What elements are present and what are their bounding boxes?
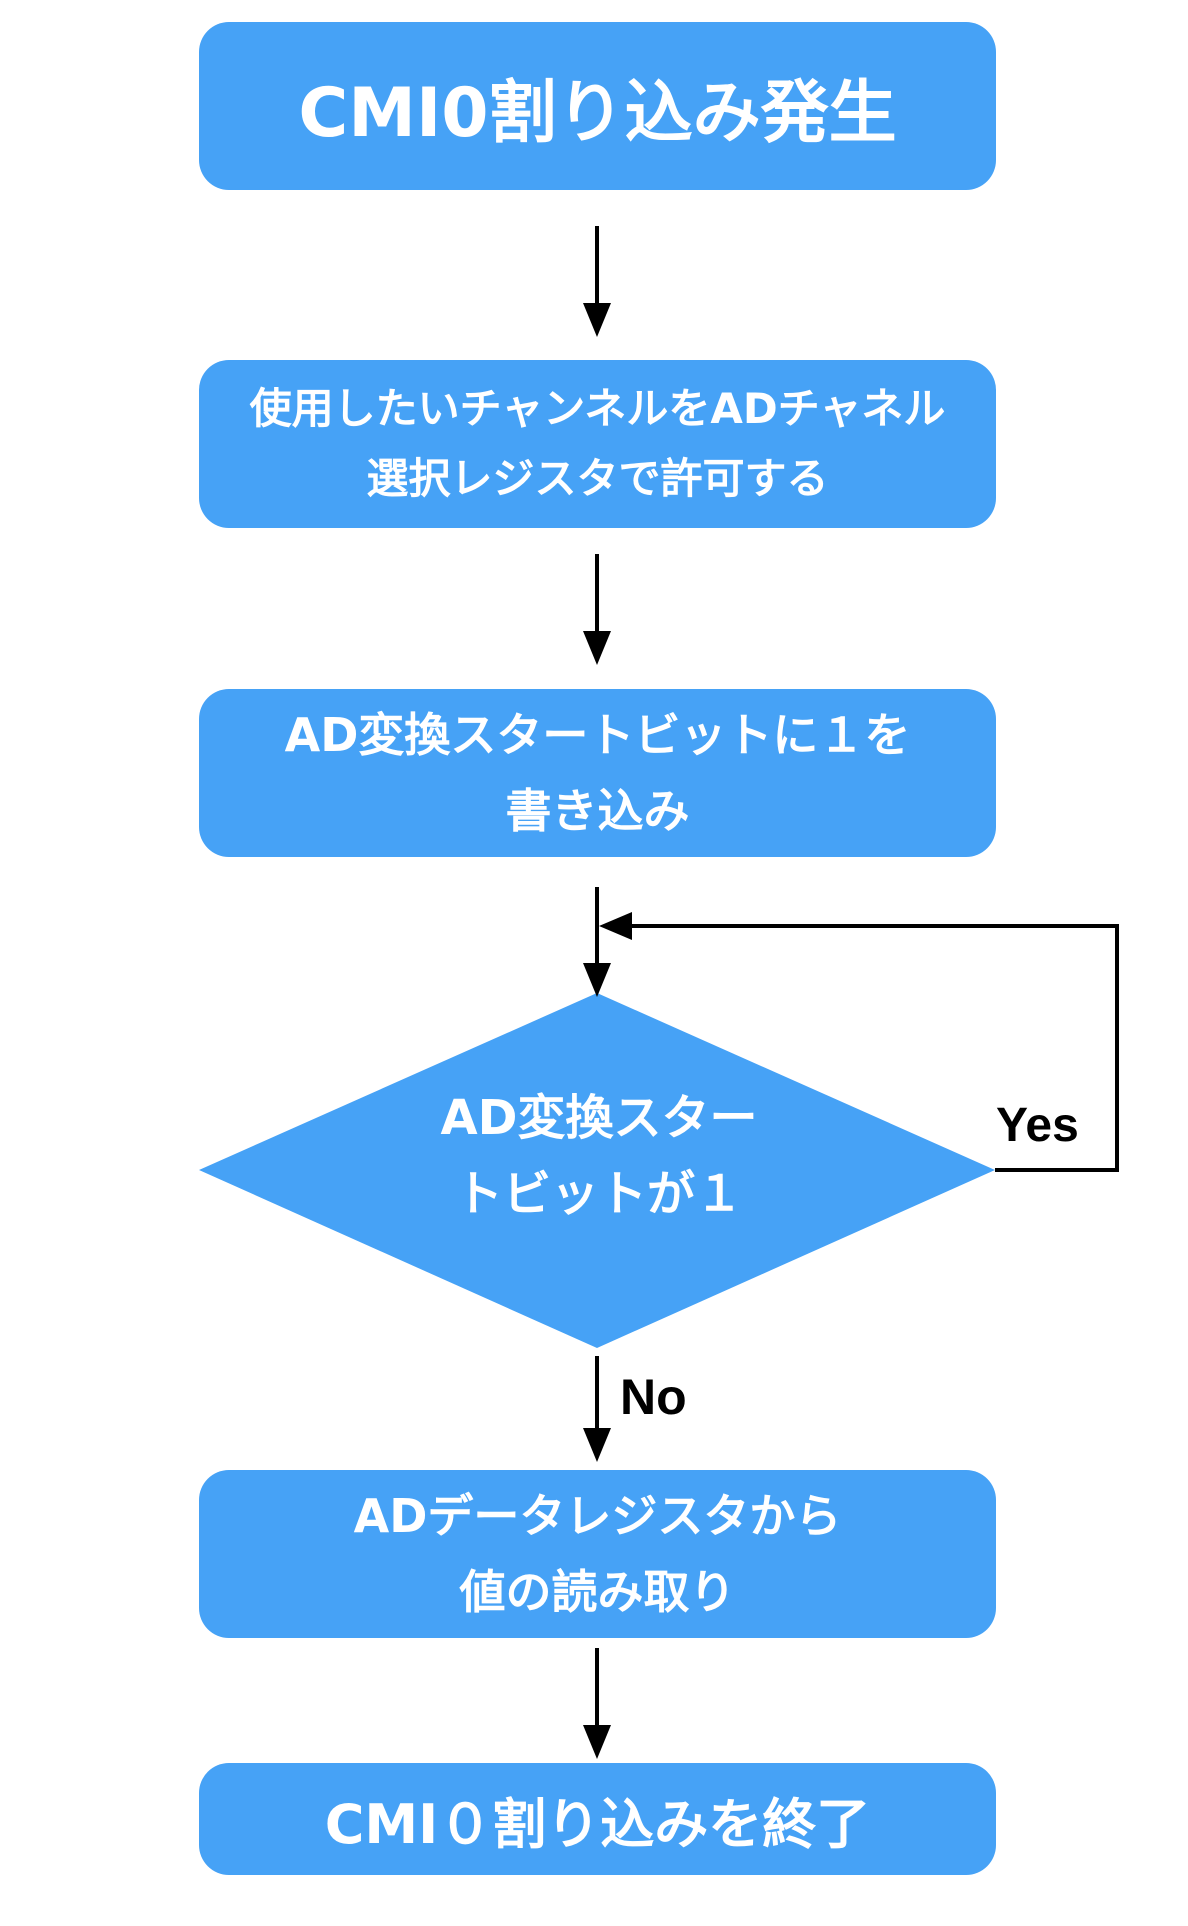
arrow-read-to-end xyxy=(583,1648,611,1759)
arrow-start-to-enable xyxy=(583,226,611,337)
arrow-no-to-read xyxy=(583,1356,611,1462)
arrow-enable-to-write xyxy=(583,554,611,665)
decision-label-line2: トビットが１ xyxy=(454,1166,743,1222)
read-data-label-line2: 値の読み取り xyxy=(459,1565,736,1619)
arrow-write-to-decision xyxy=(583,887,611,997)
yes-edge-label: Yes xyxy=(996,1099,1079,1152)
end-node: CMI０割り込みを終了 xyxy=(199,1763,996,1875)
end-node-label: CMI０割り込みを終了 xyxy=(324,1792,871,1856)
flowchart: CMI0割り込み発生 使用したいチャンネルをADチャネル 選択レジスタで許可する… xyxy=(0,0,1188,1926)
read-data-node: ADデータレジスタから 値の読み取り xyxy=(199,1470,996,1638)
read-data-label-line1: ADデータレジスタから xyxy=(353,1489,842,1543)
decision-label-line1: AD変換スター xyxy=(440,1090,758,1146)
no-edge-label: No xyxy=(620,1369,687,1425)
decision-label: AD変換スター トビットが１ xyxy=(399,1080,799,1232)
